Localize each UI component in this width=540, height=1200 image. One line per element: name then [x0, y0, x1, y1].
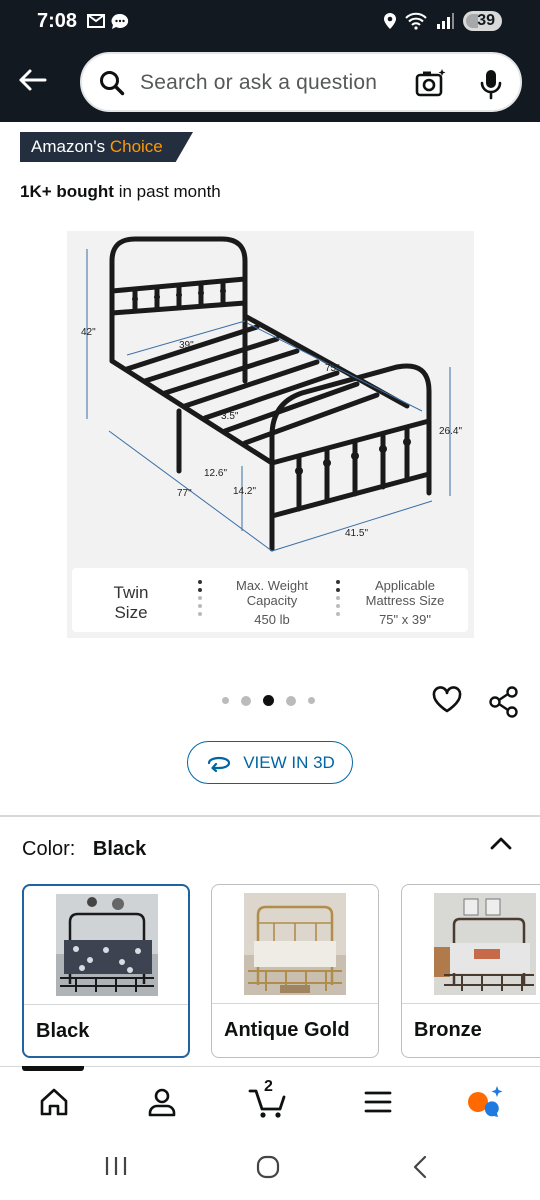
recent-apps-icon: [105, 1157, 127, 1175]
home-circle-icon: [256, 1155, 280, 1179]
carousel-dot-active[interactable]: [263, 695, 274, 706]
share-icon: [489, 686, 518, 718]
spec-weight: Max. Weight Capacity 450 lb: [222, 578, 322, 627]
recent-apps-button[interactable]: [103, 1154, 129, 1183]
color-swatch-black[interactable]: Black: [22, 884, 190, 1058]
swatch-name: Antique Gold: [224, 1019, 350, 1041]
bronze-bed-thumbnail: [434, 893, 536, 995]
swatch-name: Bronze: [414, 1019, 482, 1041]
search-bar[interactable]: Search or ask a question: [80, 52, 522, 112]
nav-cart[interactable]: 2: [248, 1078, 288, 1122]
share-button[interactable]: [488, 686, 520, 723]
bed-frame-drawing: 42" 39" 75" 26.4" 3.5" 12.6" 14.2" 77" 4…: [81, 236, 462, 552]
nav-home[interactable]: [34, 1082, 74, 1122]
spec-weight-line2: Capacity: [246, 593, 298, 608]
swatch-divider: [212, 1003, 378, 1004]
dim-slat-gap: 3.5": [221, 411, 239, 422]
nav-menu[interactable]: [358, 1082, 398, 1122]
home-icon: [40, 1088, 68, 1116]
dim-clearance-high: 14.2": [233, 486, 256, 497]
spec-size-line2: Size: [114, 603, 148, 622]
location-icon: [384, 13, 397, 29]
spec-separator: [336, 580, 340, 620]
message-icon: [111, 13, 129, 29]
gmail-icon: [87, 14, 105, 28]
chevron-up-icon: [490, 837, 512, 850]
microphone-icon[interactable]: [478, 68, 504, 100]
swatch-divider: [24, 1004, 188, 1005]
section-divider: [0, 815, 540, 817]
bought-bold: 1K+ bought: [20, 182, 114, 201]
badge-prefix: Amazon's: [31, 137, 106, 156]
user-icon: [148, 1088, 176, 1117]
collapse-color-button[interactable]: [489, 833, 513, 858]
carousel-dot[interactable]: [286, 695, 296, 706]
dim-width: 39": [179, 340, 194, 351]
spec-size: Twin Size: [92, 583, 170, 623]
dim-clearance-low: 12.6": [204, 468, 227, 479]
status-right: 39: [383, 11, 502, 31]
bottom-navigation: 2: [0, 1075, 540, 1125]
carousel-dot[interactable]: [222, 697, 229, 704]
home-system-button[interactable]: [255, 1154, 281, 1185]
nav-rufus[interactable]: [465, 1082, 505, 1122]
top-bar: 7:08 39 Search or ask a question: [0, 0, 540, 122]
image-carousel-dots[interactable]: [222, 695, 315, 706]
signal-icon: [437, 13, 455, 29]
dim-outer-width: 41.5": [345, 528, 368, 539]
system-navigation: [0, 1140, 540, 1200]
carousel-dot[interactable]: [308, 697, 315, 704]
color-swatch-antique-gold[interactable]: Antique Gold: [211, 884, 379, 1058]
spec-separator: [198, 580, 202, 620]
menu-icon: [364, 1091, 392, 1113]
color-selection-label: Color: Black: [22, 838, 146, 861]
view-in-3d-label: VIEW IN 3D: [243, 752, 335, 772]
dim-length: 75": [325, 363, 340, 374]
color-label: Color:: [22, 838, 76, 860]
search-icon: [100, 71, 125, 96]
back-button[interactable]: [14, 62, 50, 98]
rufus-assistant-icon: [468, 1086, 503, 1117]
back-system-button[interactable]: [408, 1154, 432, 1185]
chevron-left-icon: [413, 1155, 427, 1179]
dim-headboard-height: 42": [81, 327, 96, 338]
rotate-3d-icon: [208, 756, 231, 772]
search-input[interactable]: Search or ask a question: [140, 71, 377, 95]
swatch-divider: [402, 1003, 540, 1004]
wishlist-button[interactable]: [432, 686, 462, 719]
bought-count: 1K+ bought in past month: [20, 182, 221, 202]
bought-rest: in past month: [118, 182, 221, 201]
spec-box: Twin Size Max. Weight Capacity 450 lb Ap…: [72, 568, 468, 632]
battery-indicator: 39: [463, 11, 502, 31]
view-in-3d-button[interactable]: VIEW IN 3D: [187, 741, 353, 784]
status-time: 7:08: [37, 10, 78, 32]
black-bed-thumbnail: [56, 894, 158, 996]
nav-account[interactable]: [142, 1082, 182, 1122]
spec-mattress-value: 75" x 39": [379, 612, 431, 627]
nav-active-indicator: [22, 1066, 84, 1071]
antique-gold-bed-thumbnail: [244, 893, 346, 995]
swatch-name: Black: [36, 1020, 90, 1042]
carousel-dot[interactable]: [241, 695, 251, 706]
camera-search-icon[interactable]: [415, 68, 447, 98]
wifi-icon: [405, 12, 427, 30]
spec-weight-line1: Max. Weight: [235, 578, 308, 593]
notification-icons: [86, 12, 130, 32]
arrow-left-icon: [19, 69, 47, 91]
dim-footboard-height: 26.4": [439, 426, 462, 437]
product-image[interactable]: 42" 39" 75" 26.4" 3.5" 12.6" 14.2" 77" 4…: [67, 231, 474, 638]
status-bar: 7:08 39: [0, 0, 540, 44]
spec-mattress-line2: Mattress Size: [365, 593, 445, 608]
badge-accent: Choice: [109, 137, 163, 156]
color-swatch-bronze[interactable]: Bronze: [401, 884, 540, 1058]
cart-count: 2: [264, 1078, 273, 1095]
spec-weight-value: 450 lb: [254, 612, 290, 627]
spec-size-line1: Twin: [113, 583, 149, 602]
dim-outer-length: 77": [177, 488, 192, 499]
spec-mattress-line1: Applicable: [375, 578, 435, 593]
spec-mattress: Applicable Mattress Size 75" x 39": [355, 578, 455, 627]
heart-icon: [432, 686, 462, 713]
amazons-choice-badge: Amazon's Choice: [20, 132, 193, 162]
color-selected-value: Black: [92, 838, 147, 860]
